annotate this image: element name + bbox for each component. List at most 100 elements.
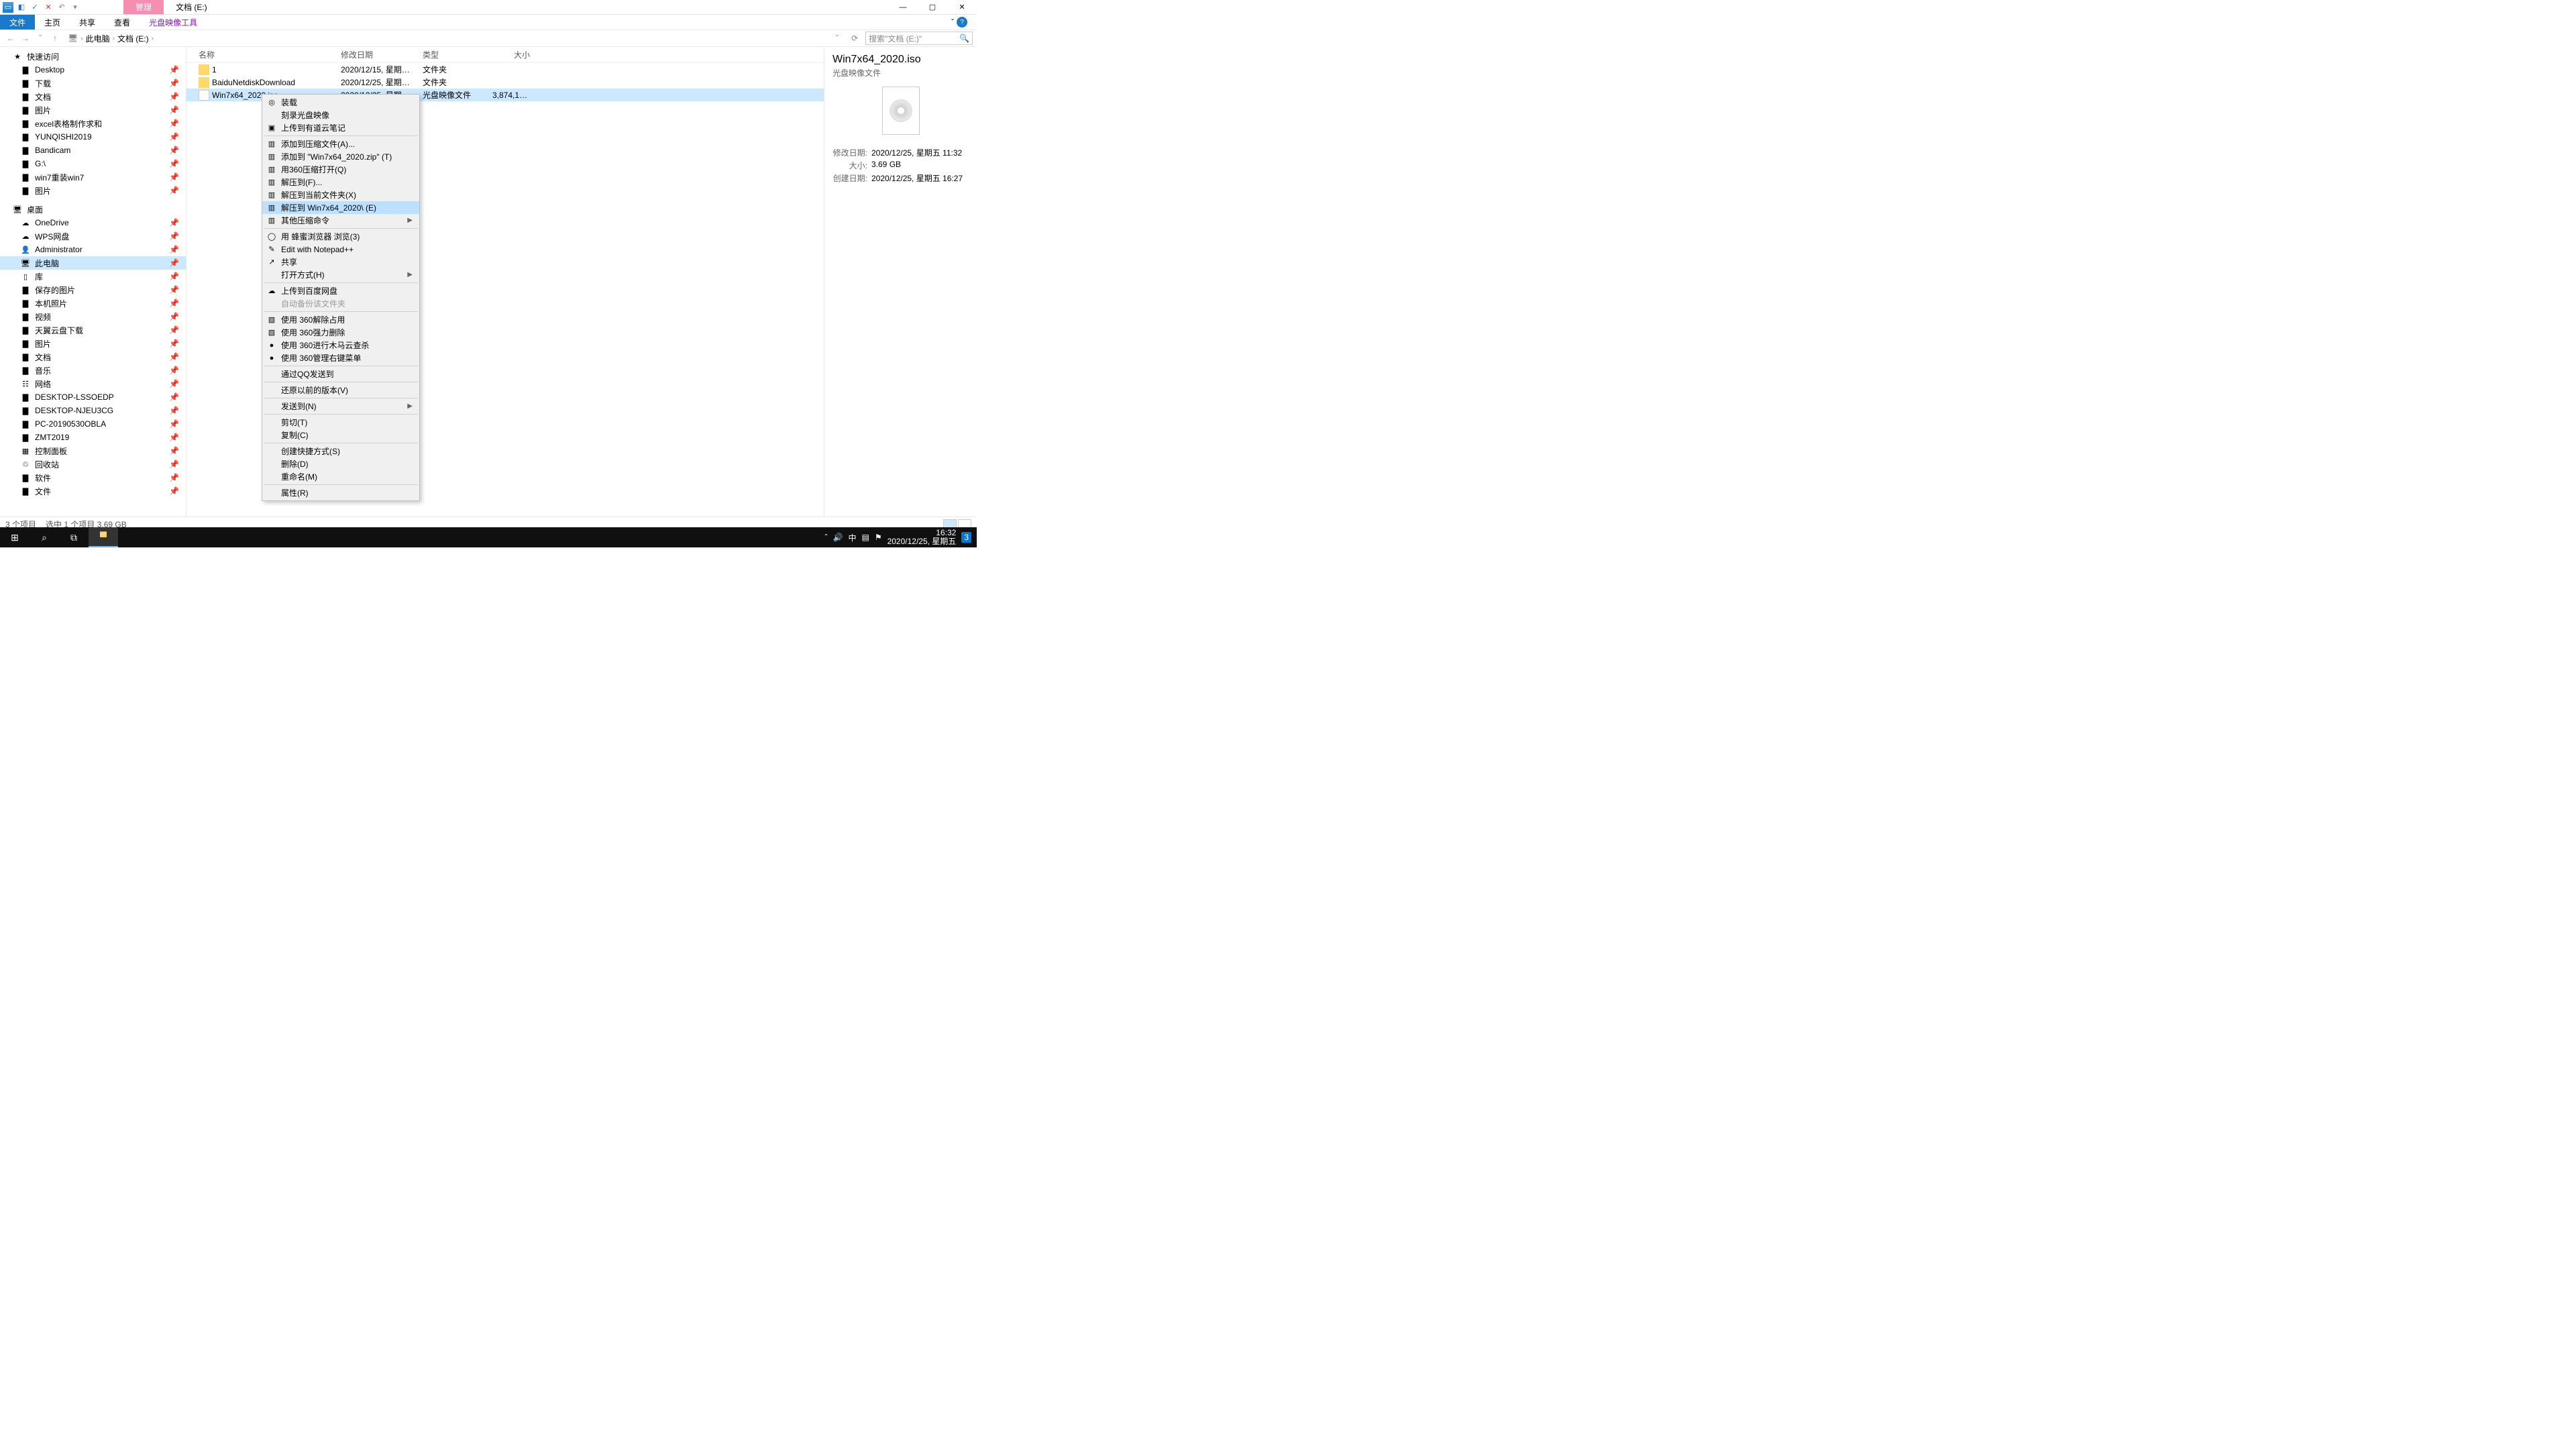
nav-item[interactable]: ▇excel表格制作求和📌: [0, 117, 186, 130]
menu-item[interactable]: ●使用 360管理右键菜单: [262, 352, 419, 364]
qat-undo-icon[interactable]: ↶: [56, 2, 67, 13]
menu-item[interactable]: ▥添加到 "Win7x64_2020.zip" (T): [262, 150, 419, 163]
notification-badge[interactable]: 3: [961, 532, 971, 543]
nav-item[interactable]: ▇天翼云盘下载📌: [0, 323, 186, 337]
menu-item[interactable]: ↗共享: [262, 256, 419, 268]
back-button[interactable]: ←: [4, 32, 17, 45]
pin-icon[interactable]: 📌: [169, 132, 179, 142]
menu-item[interactable]: 通过QQ发送到: [262, 368, 419, 380]
close-button[interactable]: ✕: [947, 0, 977, 15]
ribbon-view[interactable]: 查看: [105, 15, 140, 30]
menu-item[interactable]: 刻录光盘映像: [262, 109, 419, 121]
pin-icon[interactable]: 📌: [169, 325, 179, 335]
column-headers[interactable]: 名称 修改日期 类型 大小: [186, 47, 824, 63]
pin-icon[interactable]: 📌: [169, 105, 179, 115]
menu-item[interactable]: ▧使用 360强力删除: [262, 326, 419, 339]
nav-item[interactable]: ▇视频📌: [0, 310, 186, 323]
nav-item[interactable]: ♲回收站📌: [0, 458, 186, 471]
network-icon[interactable]: ▤: [861, 533, 869, 542]
nav-item[interactable]: ▇图片📌: [0, 184, 186, 197]
menu-item[interactable]: ●使用 360进行木马云查杀: [262, 339, 419, 352]
nav-item[interactable]: ▇Desktop📌: [0, 63, 186, 76]
pin-icon[interactable]: 📌: [169, 245, 179, 254]
qat-clear-icon[interactable]: ✕: [43, 2, 54, 13]
pin-icon[interactable]: 📌: [169, 339, 179, 348]
explorer-taskbar-button[interactable]: ▀: [89, 527, 118, 547]
nav-item[interactable]: ▇下载📌: [0, 76, 186, 90]
pin-icon[interactable]: 📌: [169, 433, 179, 442]
pin-icon[interactable]: 📌: [169, 419, 179, 429]
nav-item[interactable]: ▇文件📌: [0, 484, 186, 498]
nav-item[interactable]: 🖥桌面: [0, 203, 186, 216]
system-tray[interactable]: ˆ 🔊 中 ▤ ⚑ 16:32 2020/12/25, 星期五 3: [825, 529, 977, 546]
ribbon-expand-icon[interactable]: ˇ: [951, 17, 954, 27]
crumb-drive[interactable]: 文档 (E:): [117, 33, 149, 44]
chevron-right-icon[interactable]: ›: [152, 35, 154, 42]
nav-item[interactable]: ▇YUNQISHI2019📌: [0, 130, 186, 144]
recent-dropdown-icon[interactable]: ˇ: [34, 32, 47, 45]
nav-item[interactable]: ▇win7重装win7📌: [0, 170, 186, 184]
pin-icon[interactable]: 📌: [169, 352, 179, 362]
pin-icon[interactable]: 📌: [169, 366, 179, 375]
up-button[interactable]: ↑: [48, 32, 62, 45]
pin-icon[interactable]: 📌: [169, 446, 179, 455]
app-icon[interactable]: ▭: [3, 2, 13, 13]
ribbon-iso-tools[interactable]: 光盘映像工具: [140, 15, 207, 30]
nav-item[interactable]: ▯库📌: [0, 270, 186, 283]
search-input[interactable]: 搜索"文档 (E:)" 🔍: [865, 32, 973, 45]
tab-manage[interactable]: 管理: [123, 0, 164, 14]
menu-item[interactable]: ▥解压到(F)...: [262, 176, 419, 189]
menu-item[interactable]: 属性(R): [262, 486, 419, 499]
nav-item[interactable]: ▇本机照片📌: [0, 297, 186, 310]
pin-icon[interactable]: 📌: [169, 172, 179, 182]
nav-item[interactable]: ▇DESKTOP-NJEU3CG📌: [0, 404, 186, 417]
crumb-pc[interactable]: 此电脑: [86, 33, 110, 44]
forward-button[interactable]: →: [19, 32, 32, 45]
pin-icon[interactable]: 📌: [169, 460, 179, 469]
menu-item[interactable]: 删除(D): [262, 458, 419, 470]
file-row[interactable]: BaiduNetdiskDownload2020/12/25, 星期五 1...…: [186, 76, 824, 89]
nav-item[interactable]: ▇PC-20190530OBLA📌: [0, 417, 186, 431]
menu-item[interactable]: ▥解压到 Win7x64_2020\ (E): [262, 201, 419, 214]
nav-tree[interactable]: ★快速访问▇Desktop📌▇下载📌▇文档📌▇图片📌▇excel表格制作求和📌▇…: [0, 47, 186, 517]
nav-item[interactable]: ▇G:\📌: [0, 157, 186, 170]
nav-item[interactable]: 🖥此电脑📌: [0, 256, 186, 270]
menu-item[interactable]: 复制(C): [262, 429, 419, 441]
nav-item[interactable]: ▇Bandicam📌: [0, 144, 186, 157]
qat-check-icon[interactable]: ✓: [30, 2, 40, 13]
col-date[interactable]: 修改日期: [335, 49, 417, 60]
qat-pin-icon[interactable]: ◧: [16, 2, 27, 13]
pin-icon[interactable]: 📌: [169, 299, 179, 308]
taskbar-clock[interactable]: 16:32 2020/12/25, 星期五: [888, 529, 957, 546]
nav-item[interactable]: ▇文档📌: [0, 350, 186, 364]
tray-up-icon[interactable]: ˆ: [825, 533, 828, 542]
file-row[interactable]: 12020/12/15, 星期二 1...文件夹: [186, 63, 824, 76]
nav-item[interactable]: ☁WPS网盘📌: [0, 229, 186, 243]
menu-item[interactable]: ◯用 蜂蜜浏览器 浏览(3): [262, 230, 419, 243]
nav-item[interactable]: 👤Administrator📌: [0, 243, 186, 256]
pin-icon[interactable]: 📌: [169, 92, 179, 101]
qat-dropdown-icon[interactable]: ▾: [70, 2, 80, 13]
pin-icon[interactable]: 📌: [169, 65, 179, 74]
nav-item[interactable]: ▇保存的图片📌: [0, 283, 186, 297]
address-dropdown-icon[interactable]: ˇ: [830, 32, 844, 45]
pin-icon[interactable]: 📌: [169, 486, 179, 496]
col-type[interactable]: 类型: [417, 49, 487, 60]
chevron-right-icon[interactable]: ›: [113, 35, 115, 42]
menu-item[interactable]: 创建快捷方式(S): [262, 445, 419, 458]
pin-icon[interactable]: 📌: [169, 379, 179, 388]
pin-icon[interactable]: 📌: [169, 312, 179, 321]
minimize-button[interactable]: —: [888, 0, 918, 15]
start-button[interactable]: ⊞: [0, 527, 30, 547]
pin-icon[interactable]: 📌: [169, 258, 179, 268]
pin-icon[interactable]: 📌: [169, 186, 179, 195]
ribbon-file[interactable]: 文件: [0, 15, 35, 30]
help-icon[interactable]: ?: [957, 17, 967, 28]
nav-item[interactable]: ☷网络📌: [0, 377, 186, 390]
nav-item[interactable]: ▇ZMT2019📌: [0, 431, 186, 444]
pin-icon[interactable]: 📌: [169, 406, 179, 415]
pin-icon[interactable]: 📌: [169, 231, 179, 241]
col-name[interactable]: 名称: [186, 49, 335, 60]
ribbon-home[interactable]: 主页: [35, 15, 70, 30]
menu-item[interactable]: ▥用360压缩打开(Q): [262, 163, 419, 176]
